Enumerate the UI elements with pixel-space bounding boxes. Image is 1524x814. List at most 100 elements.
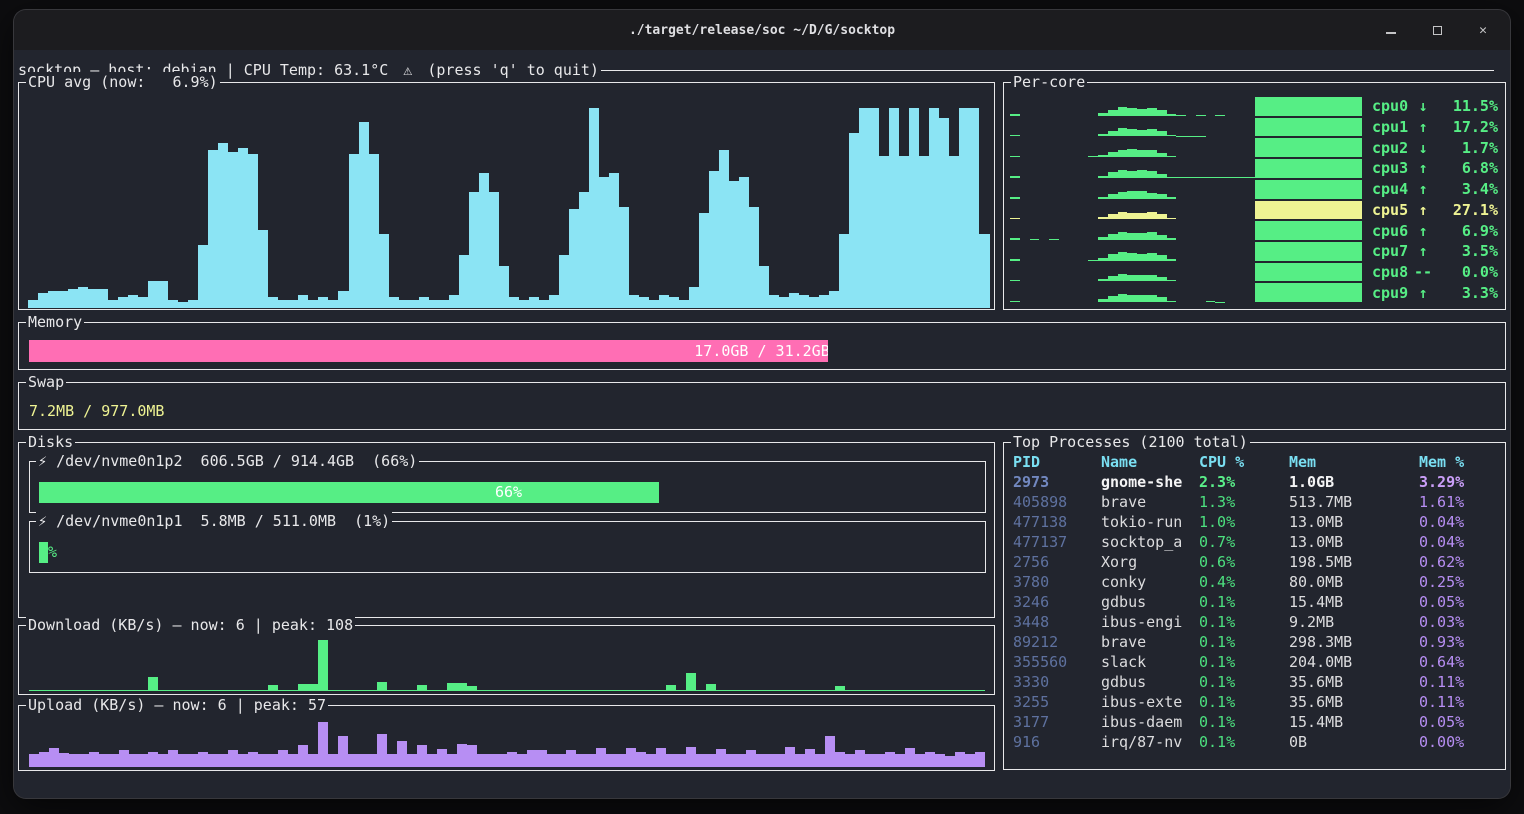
sparkline-bar [1098,134,1108,136]
chart-bar [539,300,549,308]
chart-bar [686,747,696,767]
sparkline-bar [1137,254,1147,261]
process-pid: 3780 [1013,572,1101,592]
process-name: ibus-engi [1101,612,1199,632]
sparkline-bar [1274,242,1284,261]
sparkline-bar [1010,114,1020,115]
chart-bar [559,255,569,308]
sparkline-bar [1118,294,1128,302]
sparkline-bar [1294,97,1304,116]
chart-bar [109,690,119,691]
sparkline-bar [1157,110,1167,115]
sparkline-bar [1333,97,1343,116]
chart-bar [357,690,367,691]
sparkline-bar [1264,118,1274,137]
chart-bar [338,291,348,308]
sparkline-bar [1196,177,1206,178]
window-titlebar[interactable]: ./target/release/soc ~/D/G/socktop ✕ [14,10,1510,50]
chart-bar [138,690,148,691]
chart-bar [606,754,616,767]
header-rule [601,70,1494,71]
chart-bar [489,192,499,308]
process-name: slack [1101,652,1199,672]
sparkline-bar [1108,110,1118,116]
process-name: socktop_a [1101,532,1199,552]
core-name: cpu6 [1372,222,1412,240]
process-row: 89212brave0.1%298.3MB0.93% [1005,632,1504,652]
chart-bar [805,690,815,691]
chart-bar [59,753,69,767]
process-cpu: 2.3% [1199,472,1289,492]
sparkline-bar [1303,201,1313,220]
chart-bar [537,690,547,691]
sparkline-bar [1313,201,1323,220]
cpu-history-chart [28,97,989,308]
chart-bar [529,297,539,308]
chart-bar [955,752,965,767]
chart-bar [626,690,636,691]
chart-bar [689,287,699,308]
chart-bar [188,300,198,308]
chart-bar [89,690,99,691]
core-percent: 1.7% [1434,139,1498,157]
chart-bar [709,171,719,308]
core-name: cpu2 [1372,139,1412,157]
chart-bar [29,754,39,767]
chart-bar [895,754,905,767]
process-cpu: 0.1% [1199,732,1289,752]
sparkline-bar [1313,97,1323,116]
chart-bar [389,297,399,308]
sparkline-bar [1206,177,1216,178]
chart-bar [148,281,158,308]
chart-bar [367,754,377,767]
sparkline-bar [1323,138,1333,157]
chart-bar [288,754,298,767]
chart-bar [805,749,815,767]
process-mem-percent: 0.62% [1419,552,1504,572]
sparkline-bar [1284,263,1294,282]
chart-bar [696,754,706,767]
sparkline-bar [1255,242,1265,261]
core-sparkline [1010,179,1372,200]
sparkline-bar [1274,159,1284,178]
core-row: cpu0↓11.5% [1010,96,1498,117]
process-pid: 405898 [1013,492,1101,512]
disk-box: ⚡ /dev/nvme0n1p1 5.8MB / 511.0MB (1%)1%1… [29,521,986,573]
minimize-button[interactable] [1380,19,1402,41]
sparkline-bar [1108,172,1118,178]
chart-bar [318,722,328,767]
core-label: cpu4↑ 3.4% [1372,179,1498,200]
chart-bar [407,690,417,691]
chart-bar [869,108,879,308]
close-button[interactable]: ✕ [1472,19,1494,41]
sparkline-bar [1157,194,1167,199]
chart-bar [865,754,875,767]
process-mem: 13.0MB [1289,532,1419,552]
sparkline-bar [1167,301,1177,302]
sparkline-bar [1294,138,1304,157]
sparkline-bar [1108,276,1118,281]
process-column-header: Mem [1289,452,1419,472]
chart-bar [367,690,377,691]
sparkline-bar [1284,283,1294,302]
swap-panel: Swap 7.2MB / 977.0MB [18,382,1506,430]
chart-bar [507,752,517,767]
core-row: cpu3↑ 6.8% [1010,158,1498,179]
core-name: cpu7 [1372,242,1412,260]
sparkline-bar [1333,201,1343,220]
process-mem: 204.0MB [1289,652,1419,672]
chart-bar [218,690,228,691]
chart-bar [726,690,736,691]
chart-bar [759,266,769,308]
swap-panel-title: Swap [26,372,66,392]
disk-box: ⚡ /dev/nvme0n1p2 606.5GB / 914.4GB (66%)… [29,461,986,513]
sparkline-bar [1333,242,1343,261]
chart-bar [268,754,278,767]
chart-bar [905,690,915,691]
disk-icon: ⚡ [38,512,56,530]
chart-bar [557,690,567,691]
maximize-button[interactable] [1426,19,1448,41]
sparkline-bar [1343,221,1353,240]
sparkline-bar [1127,295,1137,302]
disk-gauge-fill: 66% [39,482,659,503]
